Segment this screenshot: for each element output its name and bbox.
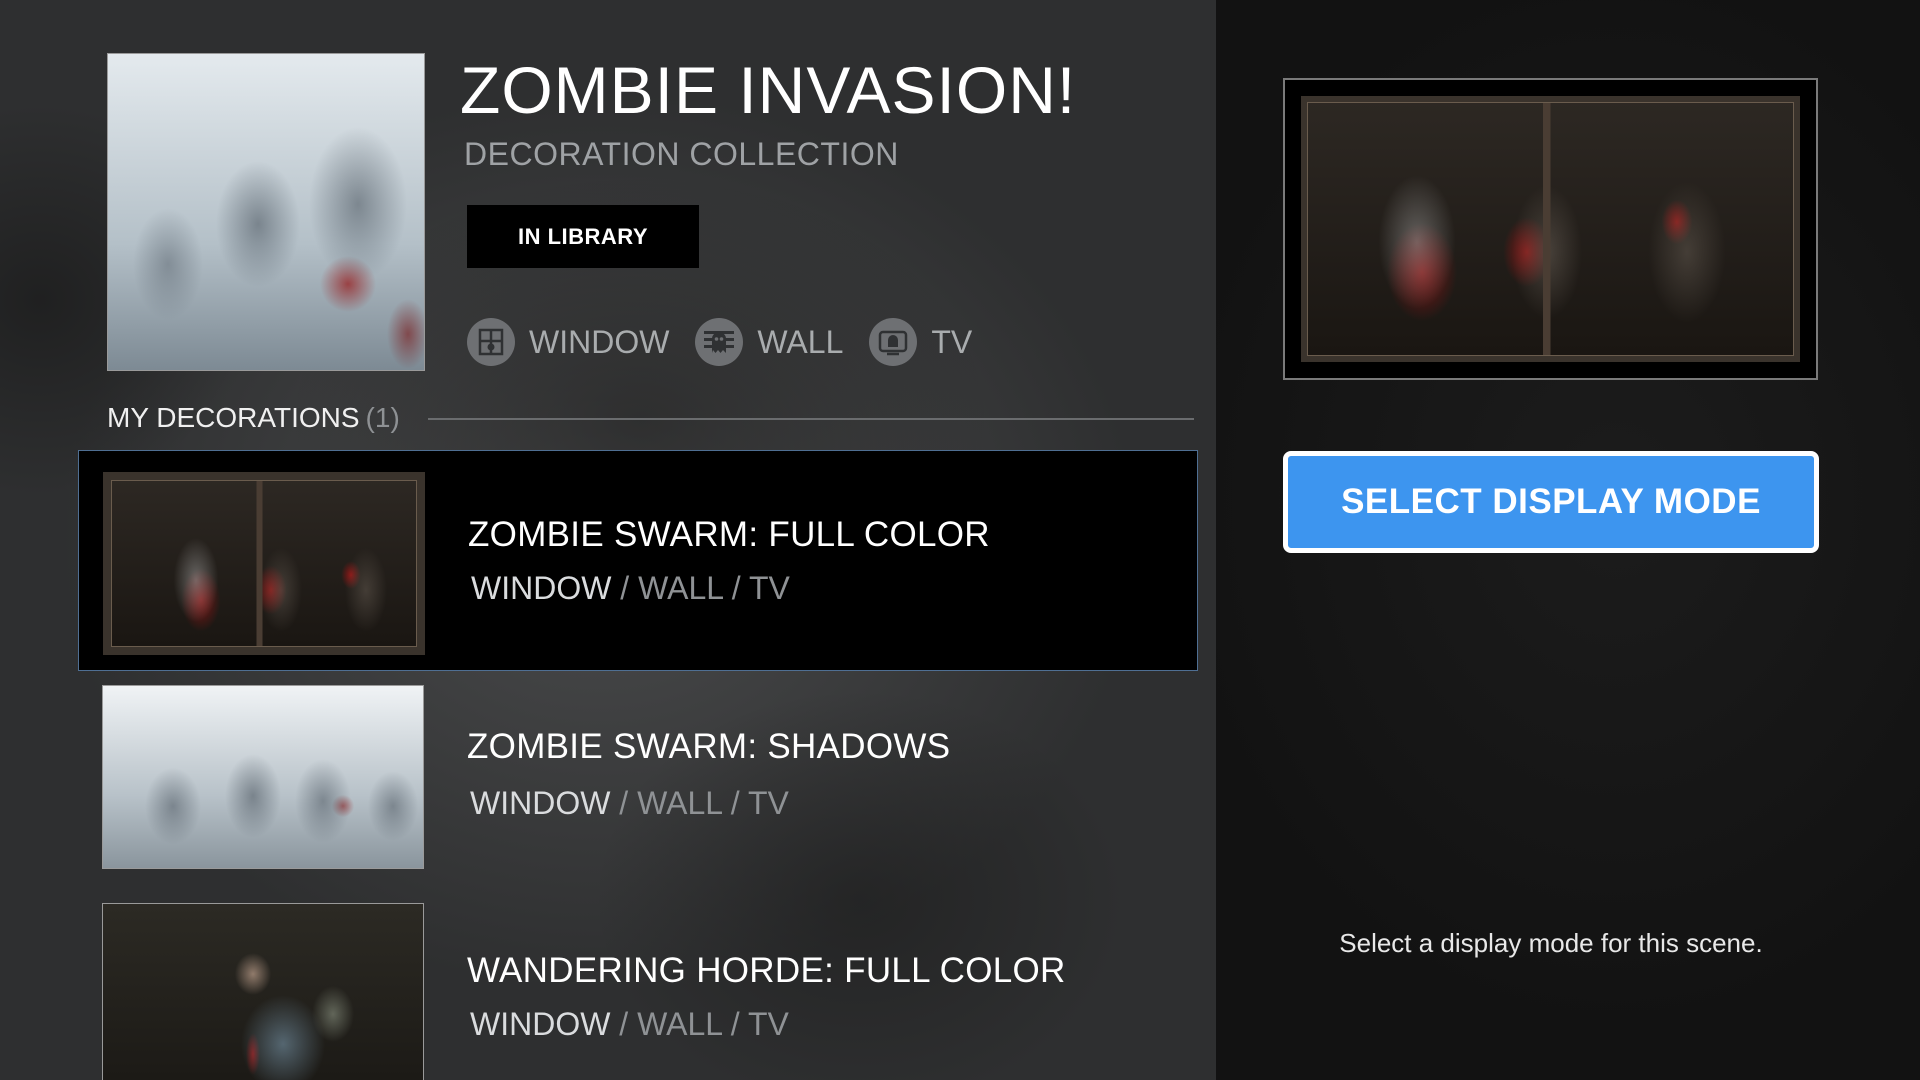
window-icon <box>467 318 515 366</box>
ghost-icon <box>695 318 744 366</box>
decoration-thumbnail <box>102 903 424 1080</box>
tv-icon <box>869 318 918 366</box>
scene-preview-image <box>1301 96 1800 362</box>
display-mode-hint: Select a display mode for this scene. <box>1339 928 1763 958</box>
mode-wall-label: WALL <box>757 323 844 360</box>
decoration-title: ZOMBIE SWARM: FULL COLOR <box>468 515 990 554</box>
decoration-thumbnail <box>102 685 424 869</box>
section-divider <box>428 418 1194 420</box>
decoration-title: WANDERING HORDE: FULL COLOR <box>467 951 1066 990</box>
mode-wall: WALL <box>695 318 843 366</box>
decoration-item-wandering-horde[interactable]: WANDERING HORDE: FULL COLOR WINDOW / WAL… <box>78 903 1198 1080</box>
select-display-mode-button[interactable]: SELECT DISPLAY MODE <box>1283 451 1819 553</box>
decoration-modes: WINDOW / WALL / TV <box>470 785 789 821</box>
supported-modes: WINDOW WALL TV <box>467 318 998 366</box>
collection-cover-image <box>107 53 425 371</box>
collection-title: ZOMBIE INVASION! <box>460 53 1077 127</box>
my-decorations-heading: MY DECORATIONS (1) <box>107 402 400 434</box>
section-count: (1) <box>365 402 400 433</box>
mode-window-label: WINDOW <box>529 323 670 360</box>
mode-window: WINDOW <box>467 318 669 366</box>
in-library-badge: IN LIBRARY <box>467 205 699 268</box>
decoration-title: ZOMBIE SWARM: SHADOWS <box>467 727 951 766</box>
decoration-item-swarm-color[interactable]: ZOMBIE SWARM: FULL COLOR WINDOW / WALL /… <box>78 450 1198 671</box>
mode-tv: TV <box>869 318 972 366</box>
collection-subtitle: DECORATION COLLECTION <box>464 136 899 172</box>
section-title: MY DECORATIONS <box>107 402 360 433</box>
decoration-modes: WINDOW / WALL / TV <box>471 570 790 606</box>
mode-tv-label: TV <box>931 323 973 360</box>
scene-preview <box>1283 78 1818 380</box>
decoration-thumbnail <box>103 472 425 655</box>
decoration-modes: WINDOW / WALL / TV <box>470 1006 789 1042</box>
decoration-item-swarm-shadows[interactable]: ZOMBIE SWARM: SHADOWS WINDOW / WALL / TV <box>78 685 1198 869</box>
